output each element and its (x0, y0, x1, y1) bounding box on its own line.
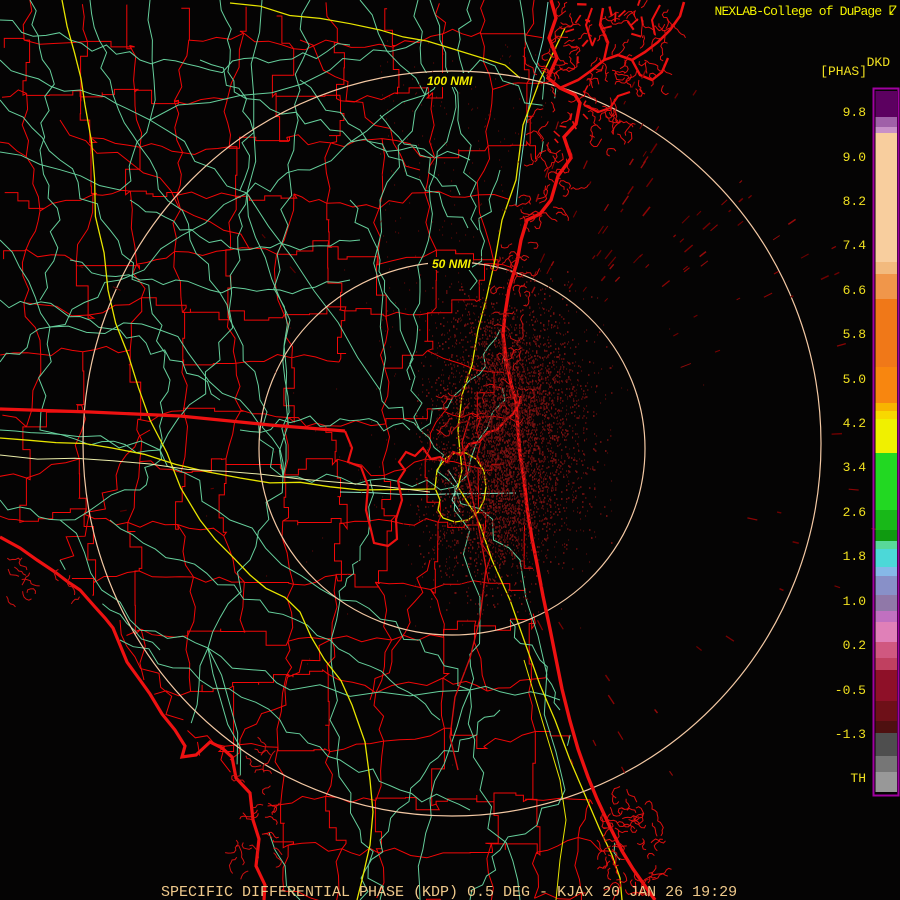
svg-text:1.0: 1.0 (843, 594, 866, 609)
svg-text:6.6: 6.6 (843, 283, 866, 298)
svg-text:100 NMI: 100 NMI (427, 74, 473, 88)
svg-text:TH: TH (850, 771, 866, 786)
svg-text:DKD: DKD (867, 55, 891, 70)
svg-text:1.8: 1.8 (843, 549, 866, 564)
svg-text:[PHAS]: [PHAS] (820, 64, 867, 79)
svg-text:0.2: 0.2 (843, 638, 866, 653)
svg-text:7.4: 7.4 (843, 238, 867, 253)
svg-text:NEXLAB-College of DuPage: NEXLAB-College of DuPage (715, 4, 882, 19)
svg-text:8.2: 8.2 (843, 194, 866, 209)
svg-text:SPECIFIC DIFFERENTIAL PHASE (K: SPECIFIC DIFFERENTIAL PHASE (KDP) 0.5 DE… (161, 884, 737, 900)
svg-text:2.6: 2.6 (843, 505, 866, 520)
svg-text:4.2: 4.2 (843, 416, 866, 431)
svg-text:5.8: 5.8 (843, 327, 866, 342)
svg-text:-1.3: -1.3 (835, 727, 866, 742)
svg-text:5.0: 5.0 (843, 372, 866, 387)
svg-text:3.4: 3.4 (843, 460, 867, 475)
svg-text:9.0: 9.0 (843, 150, 866, 165)
svg-text:-0.5: -0.5 (835, 683, 866, 698)
svg-text:9.8: 9.8 (843, 105, 866, 120)
svg-text:50 NMI: 50 NMI (432, 257, 471, 271)
